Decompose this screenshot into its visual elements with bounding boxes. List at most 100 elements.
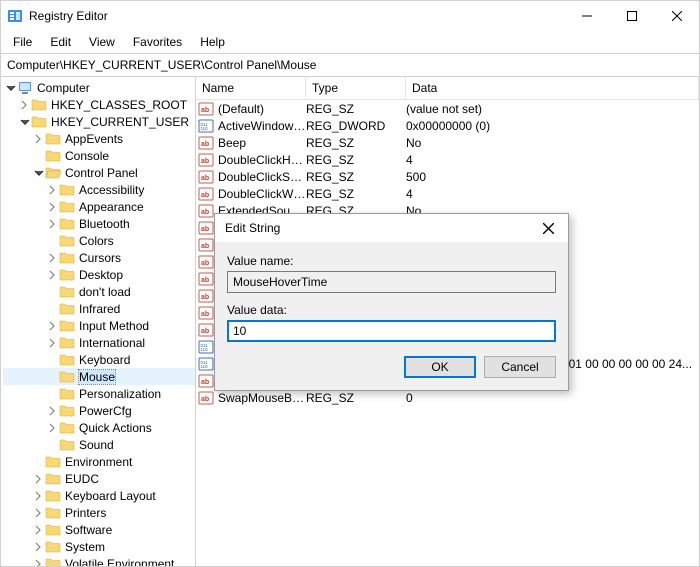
value-name-label: Value name: [227,254,556,268]
value-row[interactable]: DoubleClickHei...REG_SZ4 [196,151,699,168]
expand-toggle[interactable] [47,218,59,230]
folder-icon [45,488,61,504]
expand-toggle[interactable] [19,116,31,128]
value-row[interactable]: BeepREG_SZNo [196,134,699,151]
folder-icon [59,318,75,334]
dialog-titlebar[interactable]: Edit String [215,214,568,242]
tree-dont_load[interactable]: don't load [3,283,195,300]
value-type: REG_SZ [306,170,406,184]
menu-file[interactable]: File [5,33,40,51]
tree-label: Computer [37,81,90,95]
expand-toggle[interactable] [47,184,59,196]
tree-control-panel[interactable]: Control Panel [3,164,195,181]
maximize-button[interactable] [609,1,654,31]
tree-keyboard[interactable]: Keyboard [3,351,195,368]
tree-printers[interactable]: Printers [3,504,195,521]
expand-toggle[interactable] [33,490,45,502]
tree-desktop[interactable]: Desktop [3,266,195,283]
tree-label: Quick Actions [79,421,152,435]
value-name-field[interactable] [227,271,556,293]
value-row[interactable]: DoubleClickSpeedREG_SZ500 [196,168,699,185]
value-row[interactable]: ActiveWindowTr...REG_DWORD0x00000000 (0) [196,117,699,134]
folder-icon [59,437,75,453]
tree-appearance[interactable]: Appearance [3,198,195,215]
column-data[interactable]: Data [406,77,699,99]
menu-view[interactable]: View [81,33,123,51]
tree-label: Input Method [79,319,149,333]
dialog-close-button[interactable] [534,217,562,239]
tree-label: Accessibility [79,183,144,197]
close-button[interactable] [654,1,699,31]
expand-toggle[interactable] [19,99,31,111]
tree-international[interactable]: International [3,334,195,351]
tree-console[interactable]: Console [3,147,195,164]
tree-label: Desktop [79,268,123,282]
expand-toggle[interactable] [47,337,59,349]
ok-button[interactable]: OK [404,356,476,378]
value-row[interactable]: DoubleClickWidthREG_SZ4 [196,185,699,202]
tree-bluetooth[interactable]: Bluetooth [3,215,195,232]
expand-toggle[interactable] [33,541,45,553]
value-sz-icon [198,220,214,236]
menu-favorites[interactable]: Favorites [125,33,190,51]
value-row[interactable]: (Default)REG_SZ(value not set) [196,100,699,117]
folder-icon [59,267,75,283]
tree-eudc[interactable]: EUDC [3,470,195,487]
tree-system[interactable]: System [3,538,195,555]
tree-appevents[interactable]: AppEvents [3,130,195,147]
tree-hkcr[interactable]: HKEY_CLASSES_ROOT [3,96,195,113]
value-sz-icon [198,152,214,168]
tree-label: HKEY_CURRENT_USER [51,115,189,129]
tree-infrared[interactable]: Infrared [3,300,195,317]
expand-toggle[interactable] [33,524,45,536]
column-name[interactable]: Name [196,77,306,99]
expand-toggle[interactable] [33,133,45,145]
folder-icon [45,505,61,521]
menu-help[interactable]: Help [192,33,233,51]
tree-software[interactable]: Software [3,521,195,538]
expand-toggle[interactable] [33,507,45,519]
tree-label: Keyboard Layout [65,489,156,503]
tree-keyboard-layout[interactable]: Keyboard Layout [3,487,195,504]
tree-label: don't load [79,285,131,299]
tree-powercfg[interactable]: PowerCfg [3,402,195,419]
tree-quick_actions[interactable]: Quick Actions [3,419,195,436]
value-data: 4 [406,153,699,167]
expand-toggle[interactable] [5,82,17,94]
expand-toggle[interactable] [47,320,59,332]
expand-toggle[interactable] [47,422,59,434]
list-header: Name Type Data [196,77,699,100]
tree-label: Control Panel [65,166,138,180]
expand-toggle[interactable] [33,558,45,567]
tree-personalization[interactable]: Personalization [3,385,195,402]
value-row[interactable]: SwapMouseButt...REG_SZ0 [196,389,699,406]
tree-hkcu[interactable]: HKEY_CURRENT_USER [3,113,195,130]
value-data-field[interactable] [227,320,556,342]
expand-toggle[interactable] [47,405,59,417]
tree-sound[interactable]: Sound [3,436,195,453]
tree-colors[interactable]: Colors [3,232,195,249]
tree-cursors[interactable]: Cursors [3,249,195,266]
tree-mouse[interactable]: Mouse [3,368,195,385]
tree-input_method[interactable]: Input Method [3,317,195,334]
minimize-button[interactable] [564,1,609,31]
expand-toggle[interactable] [33,473,45,485]
expand-toggle[interactable] [47,269,59,281]
tree-accessibility[interactable]: Accessibility [3,181,195,198]
menu-edit[interactable]: Edit [42,33,79,51]
expand-toggle[interactable] [47,201,59,213]
expand-toggle[interactable] [47,252,59,264]
address-bar[interactable]: Computer\HKEY_CURRENT_USER\Control Panel… [1,53,699,77]
tree-label: AppEvents [65,132,123,146]
folder-icon [45,539,61,555]
tree-label: Bluetooth [79,217,130,231]
tree-label: Software [65,523,112,537]
tree-computer[interactable]: Computer [3,79,195,96]
folder-icon [45,522,61,538]
tree-volatile-env[interactable]: Volatile Environment [3,555,195,566]
cancel-button[interactable]: Cancel [484,356,556,378]
expand-toggle[interactable] [33,167,45,179]
tree-environment[interactable]: Environment [3,453,195,470]
column-type[interactable]: Type [306,77,406,99]
tree-pane[interactable]: ComputerHKEY_CLASSES_ROOT HKEY_CURRENT_US… [1,77,196,566]
